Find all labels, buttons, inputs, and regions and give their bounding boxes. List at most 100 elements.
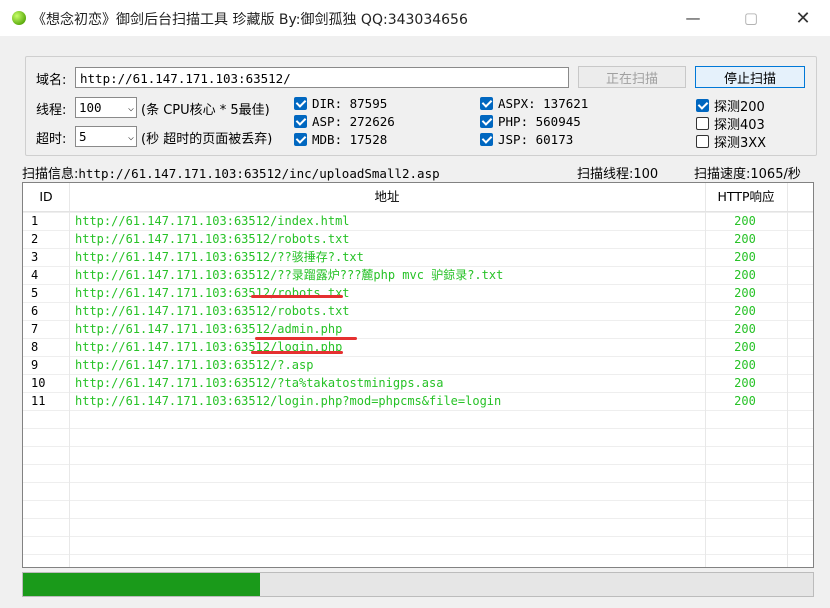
row-url[interactable]: http://61.147.171.103:63512/index.html: [75, 212, 350, 230]
table-row[interactable]: 8 http://61.147.171.103:63512/login.php 20…: [23, 338, 813, 356]
row-http-code: 200: [734, 232, 756, 246]
annotation-underline: [255, 337, 357, 340]
row-separator: [23, 446, 813, 447]
dict-asp-checkbox[interactable]: ASP: 272626: [294, 114, 395, 129]
scan-info-value: http://61.147.171.103:63512/inc/uploadSm…: [78, 166, 440, 181]
checkbox-icon: [294, 97, 307, 110]
table-row[interactable]: 5 http://61.147.171.103:63512/robots.txt 2…: [23, 284, 813, 302]
row-url[interactable]: http://61.147.171.103:63512/admin.php: [75, 320, 342, 338]
title-bar: 《想念初恋》御剑后台扫描工具 珍藏版 By:御剑孤独 QQ:343034656 …: [0, 0, 830, 36]
threads-select[interactable]: 100 ⌵: [75, 97, 137, 118]
table-row[interactable]: 2 http://61.147.171.103:63512/robots.txt 2…: [23, 230, 813, 248]
row-id: 2: [31, 232, 39, 246]
table-row[interactable]: 4 http://61.147.171.103:63512/??录蹓露炉???麓p…: [23, 266, 813, 284]
row-url[interactable]: http://61.147.171.103:63512/login.php?mo…: [75, 392, 501, 410]
row-id: 8: [31, 340, 39, 354]
row-http-code: 200: [734, 286, 756, 300]
row-http-code: 200: [734, 268, 756, 282]
progress-fill: [23, 573, 260, 596]
annotation-underline: [251, 351, 343, 354]
row-http-code: 200: [734, 304, 756, 318]
row-id: 4: [31, 268, 39, 282]
header-id[interactable]: ID: [23, 183, 69, 211]
row-id: 11: [31, 394, 46, 408]
checkbox-icon: [696, 117, 709, 130]
chevron-down-icon: ⌵: [127, 132, 134, 143]
row-separator: [23, 536, 813, 537]
row-http-code: 200: [734, 250, 756, 264]
row-url[interactable]: http://61.147.171.103:63512/robots.txt: [75, 284, 350, 302]
row-separator: [23, 428, 813, 429]
row-url[interactable]: http://61.147.171.103:63512/??录蹓露炉???麓ph…: [75, 266, 503, 284]
domain-input[interactable]: http://61.147.171.103:63512/: [75, 67, 569, 88]
header-url[interactable]: 地址: [69, 183, 705, 211]
row-http-code: 200: [734, 340, 756, 354]
row-url[interactable]: http://61.147.171.103:63512/?.asp: [75, 356, 313, 374]
dict-aspx-checkbox[interactable]: ASPX: 137621: [480, 96, 588, 111]
results-table[interactable]: ID 地址 HTTP响应 1 http://61.147.171.103:6351…: [22, 182, 814, 568]
table-row[interactable]: 11 http://61.147.171.103:63512/login.php?…: [23, 392, 813, 410]
table-row[interactable]: 7 http://61.147.171.103:63512/admin.php 20…: [23, 320, 813, 338]
app-icon: [12, 11, 26, 25]
checkbox-icon: [696, 99, 709, 112]
scan-progress-bar: [22, 572, 814, 597]
table-header: ID 地址 HTTP响应: [23, 183, 813, 212]
probe-200-checkbox[interactable]: 探测200: [696, 96, 765, 115]
row-http-code: 200: [734, 394, 756, 408]
row-id: 10: [31, 376, 46, 390]
row-id: 1: [31, 214, 39, 228]
dict-dir-checkbox[interactable]: DIR: 87595: [294, 96, 387, 111]
window-title: 《想念初恋》御剑后台扫描工具 珍藏版 By:御剑孤独 QQ:343034656: [32, 12, 468, 28]
row-id: 3: [31, 250, 39, 264]
threads-value: 100: [79, 100, 102, 115]
timeout-value: 5: [79, 129, 87, 144]
row-separator: [23, 410, 813, 411]
chevron-down-icon: ⌵: [127, 103, 134, 114]
row-http-code: 200: [734, 376, 756, 390]
row-url[interactable]: http://61.147.171.103:63512/?ta%takatost…: [75, 374, 443, 392]
row-http-code: 200: [734, 358, 756, 372]
row-url[interactable]: http://61.147.171.103:63512/robots.txt: [75, 302, 350, 320]
dict-mdb-checkbox[interactable]: MDB: 17528: [294, 132, 387, 147]
row-url[interactable]: http://61.147.171.103:63512/robots.txt: [75, 230, 350, 248]
row-url[interactable]: http://61.147.171.103:63512/??骇捶存?.txt: [75, 248, 364, 266]
row-separator: [23, 500, 813, 501]
dict-php-checkbox[interactable]: PHP: 560945: [480, 114, 581, 129]
domain-label: 域名:: [36, 73, 67, 88]
scan-threads-text: 扫描线程:100: [577, 167, 659, 182]
probe-3xx-checkbox[interactable]: 探测3XX: [696, 132, 766, 151]
table-row[interactable]: 10 http://61.147.171.103:63512/?ta%takato…: [23, 374, 813, 392]
annotation-underline: [251, 295, 343, 298]
close-icon[interactable]: ✕: [780, 4, 826, 32]
minimize-icon[interactable]: —: [670, 4, 716, 32]
table-row[interactable]: 9 http://61.147.171.103:63512/?.asp 200: [23, 356, 813, 374]
row-http-code: 200: [734, 214, 756, 228]
checkbox-icon: [294, 133, 307, 146]
timeout-select[interactable]: 5 ⌵: [75, 126, 137, 147]
stop-scan-button[interactable]: 停止扫描: [695, 66, 805, 88]
row-id: 6: [31, 304, 39, 318]
checkbox-icon: [480, 133, 493, 146]
timeout-hint: (秒 超时的页面被丢弃): [141, 132, 273, 147]
dict-jsp-checkbox[interactable]: JSP: 60173: [480, 132, 573, 147]
row-separator: [23, 518, 813, 519]
timeout-label: 超时:: [36, 132, 67, 147]
checkbox-icon: [480, 115, 493, 128]
probe-403-checkbox[interactable]: 探测403: [696, 114, 765, 133]
scanning-button[interactable]: 正在扫描: [578, 66, 686, 88]
checkbox-icon: [294, 115, 307, 128]
row-separator: [23, 464, 813, 465]
table-row[interactable]: 6 http://61.147.171.103:63512/robots.txt 2…: [23, 302, 813, 320]
maximize-icon[interactable]: ▢: [728, 4, 774, 32]
row-separator: [23, 482, 813, 483]
scan-speed-text: 扫描速度:1065/秒: [694, 167, 801, 182]
header-http-code[interactable]: HTTP响应: [705, 183, 787, 211]
table-row[interactable]: 3 http://61.147.171.103:63512/??骇捶存?.txt 2…: [23, 248, 813, 266]
table-row[interactable]: 1 http://61.147.171.103:63512/index.html 2…: [23, 212, 813, 230]
threads-hint: (条 CPU核心 * 5最佳): [141, 103, 270, 118]
row-http-code: 200: [734, 322, 756, 336]
app-window: 《想念初恋》御剑后台扫描工具 珍藏版 By:御剑孤独 QQ:343034656 …: [0, 0, 830, 608]
checkbox-icon: [480, 97, 493, 110]
row-id: 7: [31, 322, 39, 336]
row-separator: [23, 554, 813, 555]
